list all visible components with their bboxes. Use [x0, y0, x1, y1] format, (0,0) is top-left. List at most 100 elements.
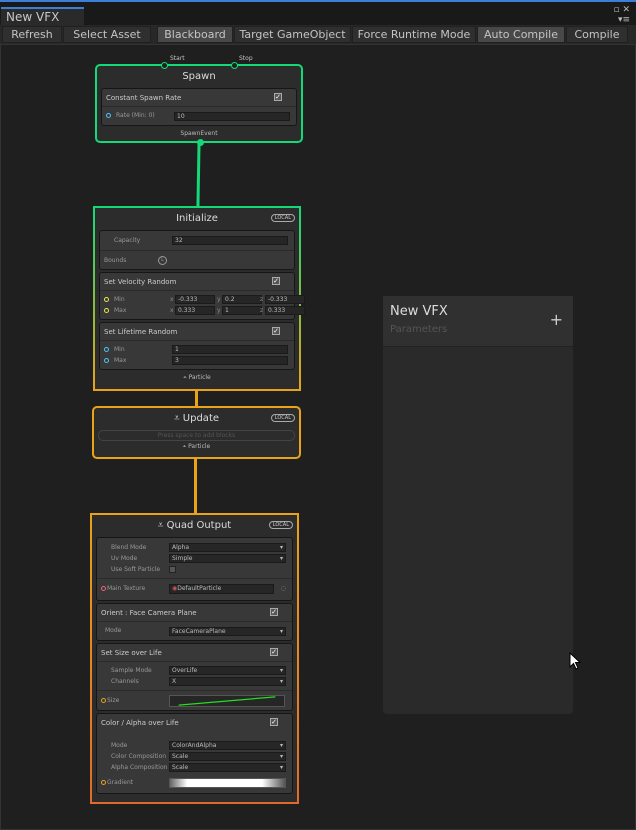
blend-mode-dropdown[interactable]: Alpha [169, 543, 286, 552]
lifetime-max-field[interactable]: 3 [172, 356, 288, 365]
min-port[interactable] [104, 347, 109, 352]
min-y-field[interactable]: 0.2 [222, 295, 262, 304]
max-z-field[interactable]: 0.333 [265, 306, 305, 315]
quad-output-context[interactable]: ⩡ Quad Output LOCAL Blend Mode Alpha Uv Mo… [90, 513, 299, 804]
local-badge[interactable]: LOCAL [270, 414, 295, 422]
bounds-label[interactable]: Bounds [104, 257, 126, 264]
min-port[interactable] [104, 297, 109, 302]
capacity-field[interactable]: 32 [172, 236, 288, 245]
block-enabled-checkbox[interactable]: ✓ [272, 277, 280, 285]
color-composition-dropdown[interactable]: Scale [169, 752, 286, 761]
initialize-update-link [195, 390, 198, 406]
blackboard-header: New VFX Parameters + [383, 296, 573, 347]
block-enabled-checkbox[interactable]: ✓ [270, 608, 278, 616]
window-tab[interactable]: New VFX [1, 7, 84, 26]
block-title: Set Size over Life [101, 649, 162, 657]
toolbar: Refresh Select Asset Blackboard Target G… [0, 25, 636, 44]
sample-mode-label: Sample Mode [111, 667, 152, 674]
node-title: ⩡ Update LOCAL [98, 408, 295, 430]
compile-button[interactable]: Compile [566, 26, 628, 43]
channels-label: Channels [111, 678, 139, 685]
mode-label: Mode [111, 742, 128, 749]
channels-dropdown[interactable]: X [169, 677, 286, 686]
soft-particle-checkbox[interactable] [169, 566, 176, 573]
particle-label: ⩡ Particle [182, 443, 211, 450]
sample-mode-dropdown[interactable]: OverLife [169, 666, 286, 675]
max-port[interactable] [104, 358, 109, 363]
update-title: Update [182, 413, 220, 424]
axis-label: z [260, 296, 264, 303]
orient-block[interactable]: Orient : Face Camera Plane ✓ Mode FaceCame… [96, 603, 293, 641]
blackboard-toggle[interactable]: Blackboard [157, 26, 233, 43]
block-enabled-checkbox[interactable]: ✓ [270, 718, 278, 726]
lifetime-min-field[interactable]: 1 [172, 345, 288, 354]
bounds-space-badge[interactable]: L [158, 256, 167, 265]
local-badge[interactable]: LOCAL [268, 521, 293, 529]
block-title: Color / Alpha over Life [101, 719, 179, 727]
blackboard-panel: New VFX Parameters + [383, 296, 573, 714]
stop-port-label: Stop [239, 55, 253, 62]
spawn-context[interactable]: Start Stop Spawn Constant Spawn Rate ✓ Ra… [95, 55, 303, 146]
size-port[interactable] [101, 698, 106, 703]
max-y-field[interactable]: 1 [222, 306, 262, 315]
set-lifetime-random-block[interactable]: Set Lifetime Random ✓ Min 1 Max 3 [99, 322, 295, 370]
start-port-label: Start [170, 55, 185, 62]
particle-icon: ⩡ [173, 413, 183, 424]
node-title: Spawn [182, 71, 216, 82]
capacity-label: Capacity [114, 237, 141, 244]
set-size-over-life-block[interactable]: Set Size over Life ✓ Sample Mode OverLife … [96, 643, 293, 711]
rate-field[interactable]: 10 [174, 112, 290, 121]
size-curve-field[interactable] [169, 695, 285, 707]
axis-label: z [260, 307, 264, 314]
local-badge[interactable]: LOCAL [270, 214, 295, 222]
force-runtime-mode-toggle[interactable]: Force Runtime Mode [352, 26, 476, 43]
soft-particle-label: Use Soft Particle [111, 566, 161, 573]
refresh-button[interactable]: Refresh [2, 26, 62, 43]
gradient-port[interactable] [101, 780, 106, 785]
block-title: Orient : Face Camera Plane [101, 609, 197, 617]
gradient-label: Gradient [107, 779, 134, 786]
spawn-output-port[interactable] [197, 139, 204, 146]
update-context[interactable]: ⩡ Update LOCAL Press space to add blocks … [92, 406, 301, 459]
block-enabled-checkbox[interactable]: ✓ [272, 327, 280, 335]
initialize-context[interactable]: Initialize LOCAL Capacity 32 Bounds L Set V… [93, 206, 305, 391]
constant-spawn-rate-block[interactable]: Constant Spawn Rate ✓ Rate (Min: 0) 10 [101, 88, 297, 126]
plus-icon[interactable]: + [550, 310, 563, 329]
min-z-field[interactable]: -0.333 [265, 295, 305, 304]
color-alpha-over-life-block[interactable]: Color / Alpha over Life ✓ Mode ColorAndAlp… [96, 713, 293, 794]
set-velocity-random-block[interactable]: Set Velocity Random ✓ Min x -0.333 y 0.2 z-… [99, 272, 305, 320]
alpha-composition-dropdown[interactable]: Scale [169, 763, 286, 772]
output-settings: Blend Mode Alpha Uv Mode Simple Use Soft P… [96, 537, 293, 601]
close-icon[interactable]: ✕ [622, 5, 630, 15]
max-port[interactable] [104, 308, 109, 313]
object-picker-icon[interactable]: ◌ [281, 579, 286, 599]
context-settings: Capacity 32 Bounds L [99, 230, 295, 270]
main-texture-field[interactable]: ◉DefaultParticle [169, 584, 274, 594]
toolbar-spacer [152, 26, 156, 43]
maximize-icon[interactable]: ▫ [613, 5, 619, 15]
uv-mode-dropdown[interactable]: Simple [169, 554, 286, 563]
blackboard-title: New VFX [390, 304, 448, 319]
min-label: Min [114, 296, 125, 303]
max-x-field[interactable]: 0.333 [175, 306, 215, 315]
color-mode-dropdown[interactable]: ColorAndAlpha [169, 741, 286, 750]
orient-mode-dropdown[interactable]: FaceCameraPlane [169, 627, 286, 636]
auto-compile-toggle[interactable]: Auto Compile [477, 26, 565, 43]
max-label: Max [114, 307, 127, 314]
target-gameobject-button[interactable]: Target GameObject [234, 26, 351, 43]
uv-mode-label: Uv Mode [111, 555, 138, 562]
alpha-composition-label: Alpha Composition [111, 764, 168, 771]
block-enabled-checkbox[interactable]: ✓ [270, 648, 278, 656]
add-blocks-placeholder[interactable]: Press space to add blocks [98, 430, 295, 441]
rate-port[interactable] [106, 113, 111, 118]
particle-icon: ⩡ [157, 520, 167, 531]
mouse-cursor-icon [569, 652, 581, 670]
main-texture-port[interactable] [101, 586, 106, 591]
select-asset-button[interactable]: Select Asset [63, 26, 151, 43]
particle-label: ⩡ Particle [183, 374, 211, 381]
block-enabled-checkbox[interactable]: ✓ [274, 93, 282, 101]
menu-icon[interactable]: ▾≡ [618, 15, 630, 25]
min-x-field[interactable]: -0.333 [175, 295, 215, 304]
gradient-field[interactable] [169, 778, 286, 788]
axis-label: x [170, 296, 174, 303]
